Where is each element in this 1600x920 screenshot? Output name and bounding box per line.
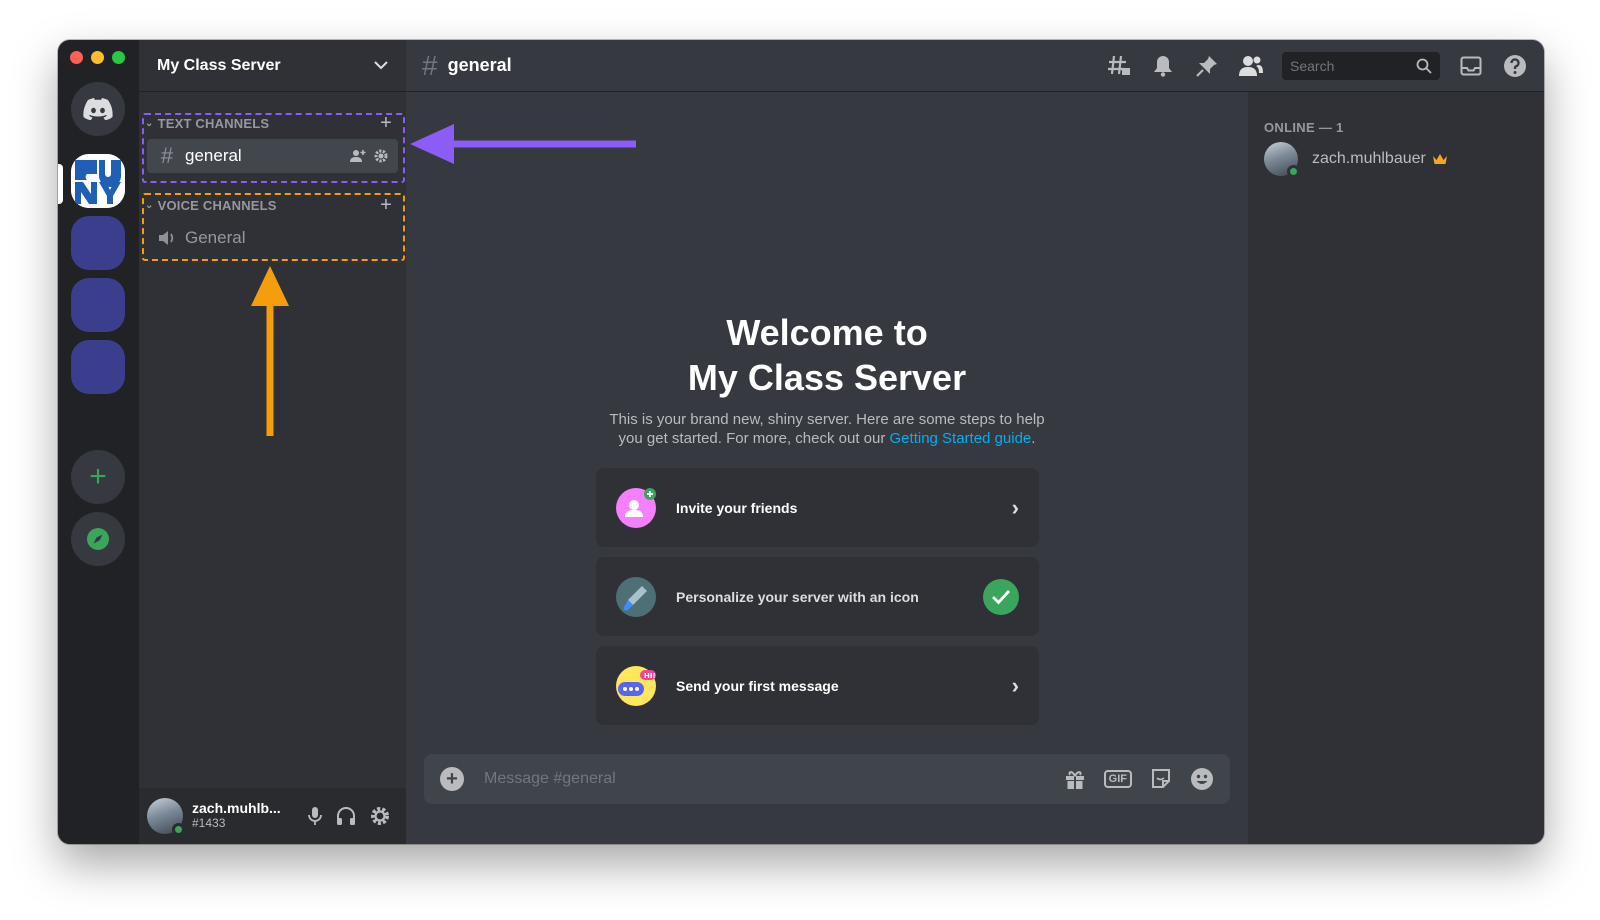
search-icon	[1416, 58, 1432, 74]
welcome-section: Welcome to My Class Server This is your …	[406, 310, 1248, 448]
selected-server-indicator	[58, 164, 63, 204]
member-name: zach.muhlbauer	[1312, 150, 1426, 167]
invite-friends-icon	[616, 487, 656, 528]
microphone-icon[interactable]	[308, 806, 322, 826]
gift-icon[interactable]	[1064, 768, 1086, 790]
help-icon[interactable]	[1502, 53, 1528, 79]
hashtag-icon: #	[422, 49, 438, 81]
first-message-card[interactable]: HI! Send your first message ›	[596, 646, 1039, 725]
chat-area: Welcome to My Class Server This is your …	[406, 92, 1248, 844]
online-status-icon	[1287, 165, 1300, 178]
card-label: Invite your friends	[676, 499, 798, 516]
message-composer[interactable]: + Message #general GIF	[424, 754, 1230, 804]
online-status-icon	[172, 823, 185, 836]
chat-bubble-icon: HI!	[616, 665, 656, 706]
welcome-body-end: .	[1031, 430, 1036, 447]
upload-plus-icon[interactable]: +	[440, 767, 464, 791]
server-folder-2[interactable]	[71, 278, 125, 332]
channel-sidebar: My Class Server ⌄ TEXT CHANNELS + # gene…	[139, 40, 406, 844]
user-tag: #1433	[192, 816, 226, 830]
crown-icon	[1432, 154, 1447, 164]
discord-logo-icon	[83, 98, 113, 120]
search-placeholder: Search	[1290, 57, 1335, 74]
invite-friends-card[interactable]: Invite your friends ›	[596, 468, 1039, 547]
server-cuny[interactable]: CUNY	[71, 154, 125, 208]
channel-title: general	[447, 55, 512, 75]
add-server-button[interactable]: +	[71, 450, 125, 504]
paint-brush-icon	[616, 576, 656, 617]
chevron-down-icon	[374, 61, 388, 70]
pin-icon[interactable]	[1194, 53, 1220, 79]
card-label: Send your first message	[676, 677, 839, 694]
gif-button[interactable]: GIF	[1103, 770, 1132, 788]
discord-window: CUNY + My Class Server ⌄ TEXT CHANNELS +…	[58, 40, 1544, 844]
svg-text:CUNY: CUNY	[98, 180, 101, 182]
threads-icon[interactable]	[1106, 53, 1132, 79]
member-item[interactable]: zach.muhlbauer	[1264, 142, 1448, 178]
card-label: Personalize your server with an icon	[676, 588, 919, 605]
welcome-body: This is your brand new, shiny server. He…	[607, 410, 1047, 448]
inbox-icon[interactable]	[1458, 53, 1484, 79]
member-list-icon[interactable]	[1238, 53, 1264, 79]
chevron-right-icon: ›	[1011, 672, 1019, 698]
emoji-icon[interactable]	[1190, 767, 1214, 791]
zoom-window-button[interactable]	[112, 51, 125, 64]
message-input[interactable]: Message #general	[484, 770, 616, 788]
notification-bell-icon[interactable]	[1150, 53, 1176, 79]
window-controls	[70, 51, 125, 64]
welcome-title: Welcome to My Class Server	[406, 310, 1248, 400]
server-name: My Class Server	[157, 56, 281, 74]
getting-started-link[interactable]: Getting Started guide	[890, 430, 1032, 447]
server-folder-3[interactable]	[71, 340, 125, 394]
avatar	[1264, 142, 1300, 178]
chevron-right-icon: ›	[1011, 494, 1019, 520]
personalize-server-card[interactable]: Personalize your server with an icon	[596, 557, 1039, 636]
server-rail: CUNY +	[58, 40, 139, 844]
welcome-title-line1: Welcome to	[726, 312, 928, 353]
compass-icon	[87, 528, 109, 550]
explore-servers-button[interactable]	[71, 512, 125, 566]
welcome-title-line2: My Class Server	[687, 357, 967, 398]
close-window-button[interactable]	[70, 51, 83, 64]
user-name: zach.muhlb...	[192, 801, 281, 816]
channel-header: # general Search	[406, 40, 1544, 92]
cuny-logo-icon: CUNY	[71, 154, 125, 208]
settings-gear-icon[interactable]	[370, 806, 390, 826]
server-folder-1[interactable]	[71, 216, 125, 270]
text-channels-highlight-box	[142, 113, 405, 183]
headphones-icon[interactable]	[336, 806, 356, 826]
voice-channels-highlight-box	[142, 193, 405, 261]
svg-text:HI!: HI!	[644, 672, 656, 680]
member-list: ONLINE — 1 zach.muhlbauer	[1248, 92, 1544, 844]
home-button[interactable]	[71, 82, 125, 136]
plus-icon: +	[89, 460, 107, 493]
checkmark-icon	[983, 578, 1019, 615]
server-header[interactable]: My Class Server	[139, 40, 406, 92]
minimize-window-button[interactable]	[91, 51, 104, 64]
avatar[interactable]	[147, 798, 185, 836]
user-panel: zach.muhlb... #1433	[139, 788, 406, 844]
member-group-header: ONLINE — 1	[1264, 120, 1344, 135]
search-input[interactable]: Search	[1282, 51, 1440, 80]
sticker-icon[interactable]	[1150, 768, 1172, 790]
